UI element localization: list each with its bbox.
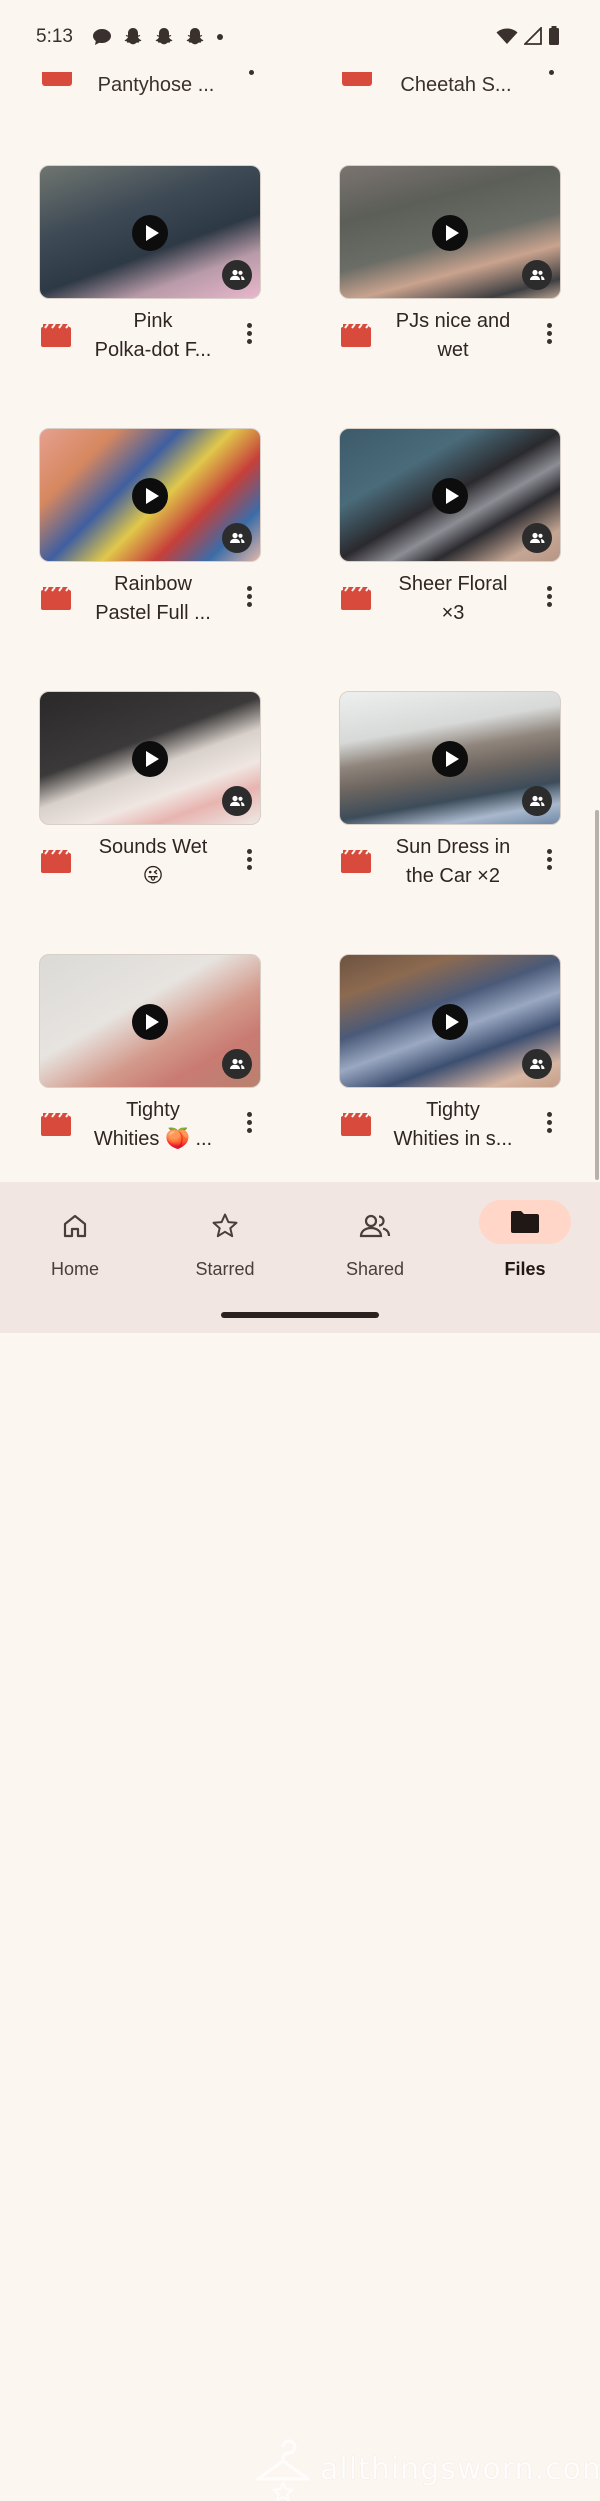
nav-starred[interactable]: Starred: [150, 1182, 300, 1302]
shared-people-icon: [222, 1049, 252, 1079]
more-options-button[interactable]: [244, 323, 254, 349]
snapchat-icon: [155, 28, 173, 45]
more-options-button[interactable]: [244, 1112, 254, 1138]
shared-people-icon: [222, 523, 252, 553]
video-file-icon: [41, 323, 71, 347]
nav-label: Files: [504, 1259, 546, 1279]
wifi-icon: [496, 28, 518, 44]
snapchat-icon: [186, 28, 204, 45]
home-gesture-bar[interactable]: [221, 1312, 379, 1318]
bottom-navigation: Home Starred Shared Files allthingsworn.…: [0, 1182, 600, 2501]
video-thumbnail[interactable]: [339, 428, 561, 562]
video-thumbnail[interactable]: [339, 691, 561, 825]
file-card[interactable]: PJs nice and wet: [339, 165, 561, 405]
play-icon[interactable]: [432, 215, 468, 251]
video-file-icon: [42, 72, 72, 86]
status-bar: 5:13: [0, 0, 600, 76]
more-options-button[interactable]: [544, 849, 554, 875]
play-icon[interactable]: [132, 1004, 168, 1040]
shared-people-icon: [522, 1049, 552, 1079]
more-options-button[interactable]: [546, 70, 556, 94]
play-icon[interactable]: [132, 741, 168, 777]
play-icon[interactable]: [432, 1004, 468, 1040]
notification-icons: [92, 27, 224, 47]
nav-home[interactable]: Home: [0, 1182, 150, 1302]
more-options-button[interactable]: [544, 323, 554, 349]
watermark-text: allthingsworn.com: [320, 2451, 600, 2487]
video-file-icon: [41, 1112, 71, 1136]
play-icon[interactable]: [132, 215, 168, 251]
chat-bubble-icon: [93, 29, 111, 45]
file-card[interactable]: Tighty Whities 🍑 ...: [39, 954, 261, 1194]
nav-label: Starred: [195, 1259, 255, 1279]
file-title: Sounds Wet 😜: [98, 836, 208, 887]
cell-signal-icon: [524, 27, 542, 45]
video-file-icon: [41, 586, 71, 610]
more-options-button[interactable]: [544, 1112, 554, 1138]
file-title: Rainbow Pastel Full ...: [95, 573, 211, 624]
shared-people-icon: [222, 260, 252, 290]
more-options-button[interactable]: [244, 849, 254, 875]
file-card[interactable]: Pink Polka-dot F...: [39, 165, 261, 405]
video-file-icon: [341, 323, 371, 347]
more-notifications-dot-icon: [217, 34, 223, 40]
video-thumbnail[interactable]: [39, 691, 261, 825]
partial-file-row: Pantyhose ... Cheetah S...: [0, 66, 600, 110]
nav-label: Shared: [345, 1259, 405, 1279]
scrollbar[interactable]: [595, 810, 599, 1180]
shared-people-icon: [522, 523, 552, 553]
video-file-icon: [341, 1112, 371, 1136]
video-thumbnail[interactable]: [339, 954, 561, 1088]
nav-label: Home: [50, 1259, 99, 1279]
play-icon[interactable]: [132, 478, 168, 514]
video-thumbnail[interactable]: [39, 954, 261, 1088]
nav-files[interactable]: Files: [450, 1182, 600, 1302]
clock: 5:13: [36, 26, 73, 47]
play-icon[interactable]: [432, 741, 468, 777]
video-thumbnail[interactable]: [39, 165, 261, 299]
play-icon[interactable]: [432, 478, 468, 514]
file-title: Sheer Floral ×3: [398, 573, 508, 624]
video-file-icon: [341, 586, 371, 610]
more-options-button[interactable]: [244, 586, 254, 612]
file-title: Sun Dress in the Car ×2: [395, 836, 511, 887]
video-thumbnail[interactable]: [39, 428, 261, 562]
file-item[interactable]: Cheetah S...: [340, 66, 590, 110]
file-title: Pink Polka-dot F...: [94, 310, 212, 361]
more-options-button[interactable]: [544, 586, 554, 612]
shared-people-icon: [222, 786, 252, 816]
file-item[interactable]: Pantyhose ...: [40, 66, 290, 110]
video-file-icon: [342, 72, 372, 86]
video-file-icon: [341, 849, 371, 873]
star-icon: [193, 1210, 257, 1242]
file-card[interactable]: Sun Dress in the Car ×2: [339, 691, 561, 931]
battery-icon: [549, 26, 559, 45]
file-title: Tighty Whities 🍑 ...: [93, 1099, 213, 1150]
hanger-icon: [256, 2439, 310, 2501]
nav-shared[interactable]: Shared: [300, 1182, 450, 1302]
snapchat-icon: [124, 28, 142, 45]
video-file-icon: [41, 849, 71, 873]
file-card[interactable]: Sounds Wet 😜: [39, 691, 261, 931]
folder-icon: [479, 1200, 571, 1244]
file-name: Pantyhose ...: [97, 74, 215, 96]
file-card[interactable]: Rainbow Pastel Full ...: [39, 428, 261, 668]
video-thumbnail[interactable]: [339, 165, 561, 299]
system-icons: [496, 26, 560, 46]
file-card[interactable]: Sheer Floral ×3: [339, 428, 561, 668]
file-name: Cheetah S...: [400, 74, 512, 96]
home-icon: [43, 1210, 107, 1242]
shared-people-icon: [522, 786, 552, 816]
more-options-button[interactable]: [246, 70, 256, 94]
watermark: allthingsworn.com: [252, 2437, 600, 2501]
file-title: Tighty Whities in s...: [393, 1099, 513, 1150]
file-title: PJs nice and wet: [395, 310, 511, 361]
people-icon: [343, 1210, 407, 1242]
file-card[interactable]: Tighty Whities in s...: [339, 954, 561, 1194]
shared-people-icon: [522, 260, 552, 290]
